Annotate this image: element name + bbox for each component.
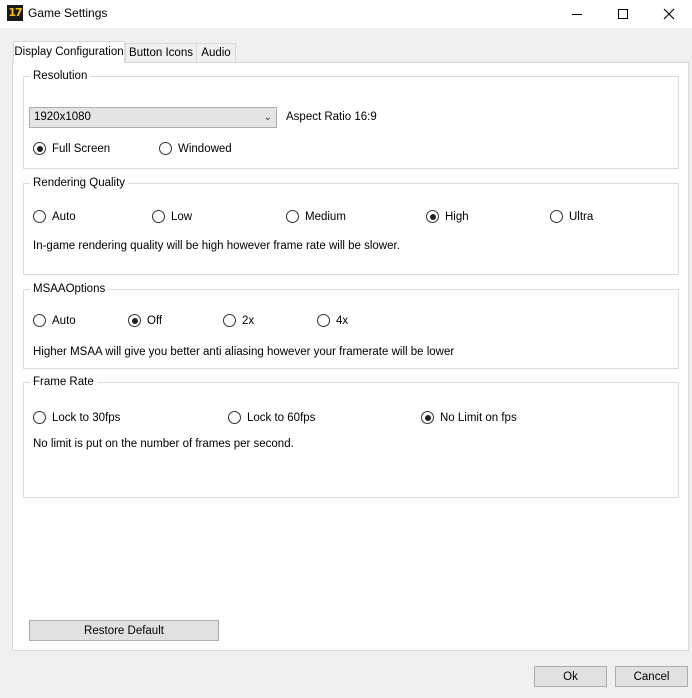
radio-msaa-4x-circle [317, 314, 330, 327]
close-icon [663, 8, 675, 20]
radio-quality-auto[interactable]: Auto [33, 210, 76, 223]
tab-display-configuration[interactable]: Display Configuration [13, 41, 125, 63]
resolution-title: Resolution [30, 69, 91, 83]
radio-quality-low-label: Low [171, 210, 193, 223]
radio-no-limit-fps-circle [421, 411, 434, 424]
radio-quality-low[interactable]: Low [152, 210, 192, 223]
radio-quality-high[interactable]: High [426, 210, 469, 223]
minimize-button[interactable] [554, 0, 600, 28]
radio-msaa-auto-circle [33, 314, 46, 327]
radio-no-limit-fps[interactable]: No Limit on fps [421, 411, 517, 424]
title-bar: 17 Game Settings [0, 0, 692, 28]
app-icon: 17 [7, 5, 23, 21]
radio-windowed-label: Windowed [178, 142, 232, 155]
radio-quality-auto-label: Auto [52, 210, 76, 223]
radio-quality-medium-label: Medium [305, 210, 346, 223]
maximize-button[interactable] [600, 0, 646, 28]
radio-full-screen[interactable]: Full Screen [33, 142, 110, 155]
rendering-quality-description: In-game rendering quality will be high h… [33, 240, 400, 252]
window-title: Game Settings [28, 6, 108, 20]
radio-msaa-2x[interactable]: 2x [223, 314, 254, 327]
radio-quality-ultra-circle [550, 210, 563, 223]
msaa-title: MSAAOptions [30, 282, 109, 296]
maximize-icon [618, 9, 628, 19]
aspect-ratio-label: Aspect Ratio 16:9 [286, 111, 377, 123]
radio-msaa-off-label: Off [147, 314, 163, 327]
radio-msaa-4x[interactable]: 4x [317, 314, 348, 327]
radio-lock-30fps-circle [33, 411, 46, 424]
radio-msaa-auto-label: Auto [52, 314, 76, 327]
radio-lock-30fps[interactable]: Lock to 30fps [33, 411, 120, 424]
radio-windowed-circle [159, 142, 172, 155]
radio-quality-ultra-label: Ultra [569, 210, 594, 223]
frame-rate-group: Frame Rate Lock to 30fps Lock to 60fps N… [23, 375, 679, 498]
radio-quality-ultra[interactable]: Ultra [550, 210, 593, 223]
restore-default-button[interactable]: Restore Default [29, 620, 219, 641]
msaa-description: Higher MSAA will give you better anti al… [33, 346, 455, 358]
radio-msaa-off-circle [128, 314, 141, 327]
radio-quality-auto-circle [33, 210, 46, 223]
radio-quality-high-circle [426, 210, 439, 223]
radio-msaa-auto[interactable]: Auto [33, 314, 76, 327]
radio-msaa-2x-label: 2x [242, 314, 255, 327]
radio-msaa-off[interactable]: Off [128, 314, 162, 327]
rendering-quality-group: Rendering Quality Auto Low Medium High U… [23, 176, 679, 275]
minimize-icon [572, 13, 582, 15]
radio-msaa-4x-label: 4x [336, 314, 349, 327]
resolution-group: Resolution 1920x1080 ⌄ Aspect Ratio 16:9… [23, 69, 679, 169]
radio-quality-medium-circle [286, 210, 299, 223]
frame-rate-title: Frame Rate [30, 375, 97, 389]
radio-windowed[interactable]: Windowed [159, 142, 232, 155]
radio-quality-medium[interactable]: Medium [286, 210, 346, 223]
chevron-down-icon: ⌄ [263, 112, 272, 123]
radio-lock-60fps-label: Lock to 60fps [247, 411, 316, 424]
msaa-group: MSAAOptions Auto Off 2x 4x Higher MSAA w… [23, 282, 679, 369]
radio-full-screen-label: Full Screen [52, 142, 111, 155]
close-button[interactable] [646, 0, 692, 28]
radio-lock-60fps[interactable]: Lock to 60fps [228, 411, 315, 424]
radio-full-screen-circle [33, 142, 46, 155]
cancel-button[interactable]: Cancel [615, 666, 688, 687]
radio-lock-30fps-label: Lock to 30fps [52, 411, 121, 424]
tab-audio[interactable]: Audio [196, 43, 236, 63]
tab-button-icons[interactable]: Button Icons [125, 43, 197, 63]
resolution-value: 1920x1080 [34, 111, 91, 123]
radio-msaa-2x-circle [223, 314, 236, 327]
radio-quality-high-label: High [445, 210, 469, 223]
ok-button[interactable]: Ok [534, 666, 607, 687]
radio-lock-60fps-circle [228, 411, 241, 424]
radio-quality-low-circle [152, 210, 165, 223]
frame-rate-description: No limit is put on the number of frames … [33, 438, 294, 450]
resolution-select[interactable]: 1920x1080 ⌄ [29, 107, 277, 128]
radio-no-limit-fps-label: No Limit on fps [440, 411, 517, 424]
rendering-quality-title: Rendering Quality [30, 176, 129, 190]
